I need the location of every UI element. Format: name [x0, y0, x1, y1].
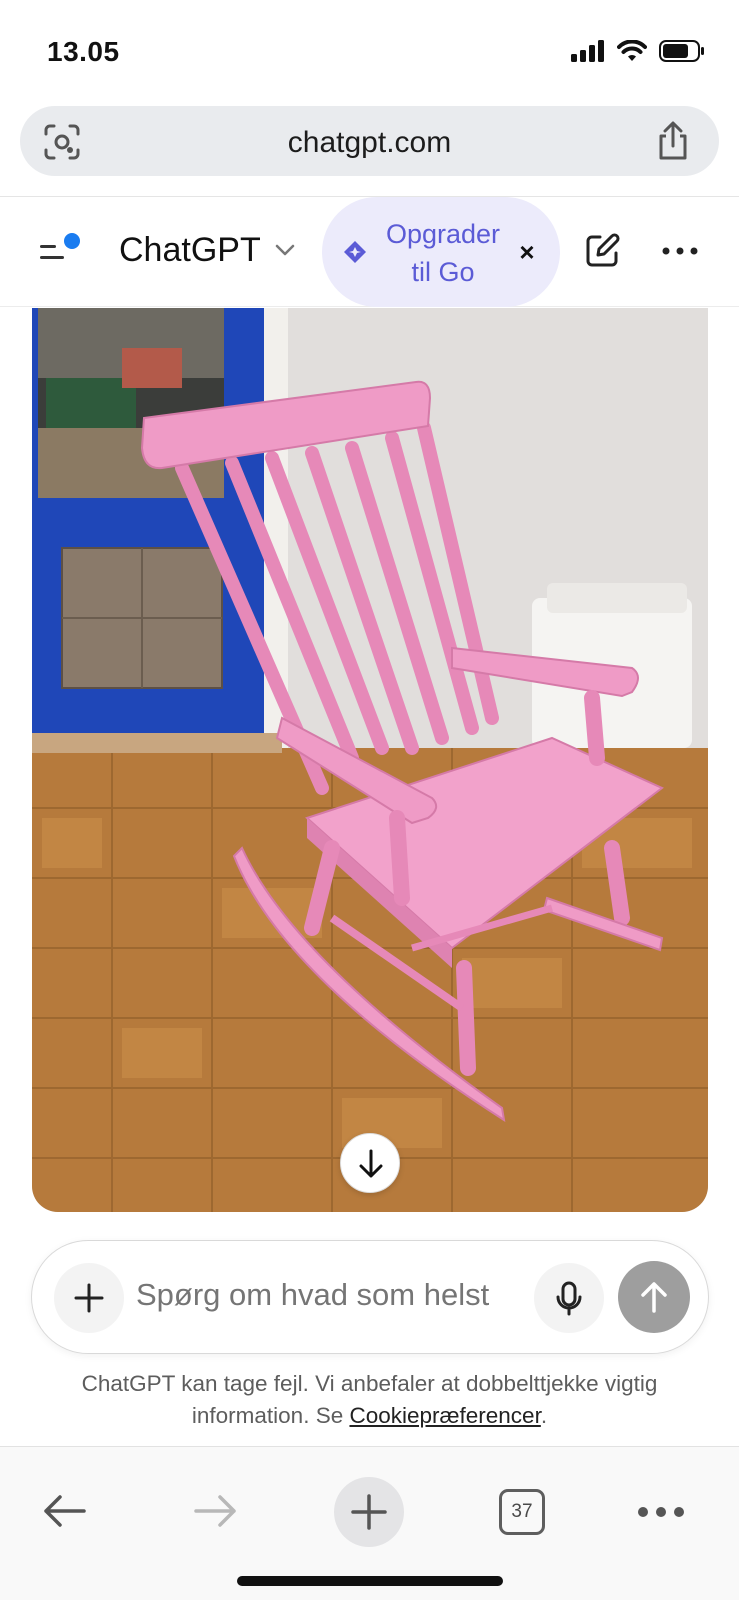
- more-icon[interactable]: [636, 1505, 686, 1519]
- new-tab-button[interactable]: [334, 1477, 404, 1547]
- chat-image[interactable]: [32, 308, 708, 1212]
- close-icon[interactable]: ×: [512, 237, 542, 267]
- battery-icon: [659, 40, 704, 62]
- send-button[interactable]: [618, 1261, 690, 1333]
- url-text[interactable]: chatgpt.com: [20, 126, 719, 160]
- arrow-up-icon: [641, 1282, 667, 1313]
- disclaimer-end: .: [540, 1403, 548, 1428]
- plus-icon: [351, 1494, 387, 1530]
- scroll-down-button[interactable]: [340, 1133, 400, 1193]
- back-arrow-icon[interactable]: [40, 1491, 88, 1531]
- status-time: 13.05: [47, 36, 120, 67]
- composer: [31, 1240, 709, 1354]
- home-indicator: [237, 1576, 503, 1586]
- status-bar: 13.05: [0, 0, 739, 100]
- signal-icon: [571, 40, 604, 62]
- mic-icon: [556, 1281, 582, 1316]
- app-header: ChatGPT Opgrader til Go ×: [0, 197, 739, 307]
- upgrade-label[interactable]: Opgrader til Go: [378, 215, 508, 291]
- sidebar-icon[interactable]: [40, 233, 84, 269]
- cookie-preferences-link[interactable]: Cookiepræferencer: [349, 1403, 540, 1428]
- model-selector-title[interactable]: ChatGPT: [119, 231, 261, 270]
- prompt-input[interactable]: [136, 1277, 516, 1313]
- plus-icon: [74, 1283, 104, 1313]
- disclaimer: ChatGPT kan tage fejl. Vi anbefaler at d…: [30, 1368, 709, 1432]
- mic-button[interactable]: [534, 1263, 604, 1333]
- more-icon[interactable]: [660, 239, 700, 263]
- forward-arrow-icon[interactable]: [192, 1491, 240, 1531]
- tabs-button[interactable]: 37: [499, 1489, 545, 1535]
- chevron-down-icon[interactable]: [274, 239, 296, 261]
- rocking-chair-photo: [32, 308, 708, 1212]
- attach-button[interactable]: [54, 1263, 124, 1333]
- status-icons: [571, 40, 705, 62]
- arrow-down-icon: [359, 1149, 383, 1178]
- share-icon[interactable]: [653, 120, 693, 162]
- wifi-icon: [617, 40, 647, 61]
- sparkle-icon: [344, 241, 366, 263]
- upgrade-button[interactable]: Opgrader til Go ×: [322, 197, 560, 307]
- edit-icon[interactable]: [584, 233, 620, 269]
- url-bar[interactable]: chatgpt.com: [20, 106, 719, 176]
